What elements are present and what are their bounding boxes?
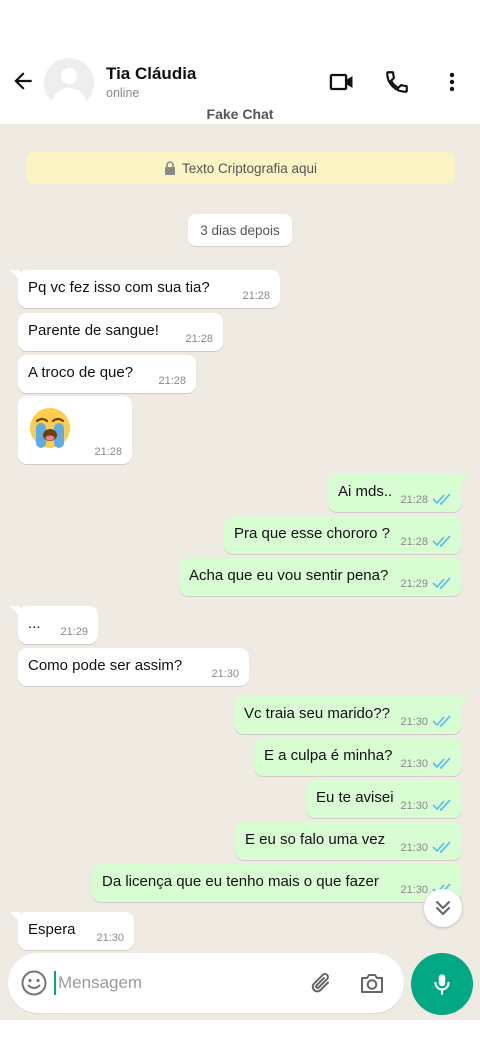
mic-icon — [434, 974, 450, 995]
back-button[interactable] — [8, 66, 38, 96]
message-time: 21:30 — [400, 884, 428, 896]
message-text: Pq vc fez isso com sua tia? — [28, 279, 210, 296]
read-ticks-icon — [432, 841, 451, 853]
message-time: 21:28 — [158, 375, 186, 387]
message-outgoing[interactable]: Ai mds.. 21:28 — [328, 474, 470, 512]
double-chevron-down-icon — [436, 901, 450, 915]
mic-button[interactable] — [411, 953, 473, 1015]
message-text: Parente de sangue! — [28, 322, 159, 339]
message-outgoing[interactable]: Eu te avisei 21:30 — [306, 780, 462, 818]
encryption-notice[interactable]: Texto Criptografia aqui — [26, 152, 455, 184]
message-text: Espera — [28, 921, 76, 938]
camera-icon[interactable] — [358, 969, 386, 997]
attach-icon[interactable] — [308, 969, 336, 997]
message-text: Como pode ser assim? — [28, 657, 183, 674]
message-outgoing[interactable]: Acha que eu vou sentir pena? 21:29 — [179, 558, 462, 596]
message-time: 21:30 — [211, 668, 239, 680]
contact-status: online — [106, 86, 140, 100]
message-incoming[interactable]: Parente de sangue! 21:28 — [18, 313, 223, 351]
more-vert-icon — [449, 72, 455, 92]
chat-area[interactable]: Texto Criptografia aqui 3 dias depois Pq… — [0, 124, 480, 1020]
message-incoming[interactable]: A troco de que? 21:28 — [18, 355, 196, 393]
message-text: E a culpa é minha? — [264, 747, 393, 764]
read-ticks-icon — [432, 493, 451, 505]
message-text: Da licença que eu tenho mais o que fazer — [102, 873, 379, 890]
message-outgoing[interactable]: Da licença que eu tenho mais o que fazer… — [92, 864, 462, 902]
read-ticks-icon — [432, 715, 451, 727]
video-call-button[interactable] — [326, 66, 358, 98]
message-time: 21:30 — [400, 800, 428, 812]
date-separator: 3 dias depois — [188, 214, 292, 246]
read-ticks-icon — [432, 577, 451, 589]
loudly-crying-face-icon — [30, 408, 70, 448]
message-text: A troco de que? — [28, 364, 134, 381]
message-text: Pra que esse chororo ? — [234, 525, 390, 542]
video-call-icon — [329, 73, 353, 91]
message-text: Acha que eu vou sentir pena? — [189, 567, 389, 584]
message-text: Eu te avisei — [316, 789, 394, 806]
message-time: 21:30 — [96, 932, 124, 944]
more-options-button[interactable] — [436, 66, 468, 98]
message-time: 21:28 — [185, 333, 213, 345]
read-ticks-icon — [432, 799, 451, 811]
lock-icon — [164, 161, 175, 175]
message-incoming[interactable]: Como pode ser assim? 21:30 — [18, 648, 249, 686]
message-outgoing[interactable]: E a culpa é minha? 21:30 — [254, 738, 462, 776]
message-outgoing[interactable]: E eu so falo uma vez 21:30 — [235, 822, 462, 860]
message-text: E eu so falo uma vez — [245, 831, 386, 848]
message-time: 21:28 — [400, 536, 428, 548]
phone-icon — [386, 71, 408, 93]
message-input[interactable] — [54, 971, 294, 995]
scroll-to-bottom-button[interactable] — [424, 889, 462, 927]
message-incoming[interactable]: ... 21:29 — [10, 606, 98, 644]
chat-header: Tia Cláudia online Fake Chat — [0, 0, 480, 124]
message-outgoing[interactable]: Vc traia seu marido?? 21:30 — [234, 696, 470, 734]
encryption-text: Texto Criptografia aqui — [181, 160, 318, 176]
message-composer — [8, 953, 404, 1013]
message-text: ... — [28, 615, 41, 632]
contact-name[interactable]: Tia Cláudia — [106, 64, 196, 84]
read-ticks-icon — [432, 535, 451, 547]
message-text: Vc traia seu marido?? — [244, 705, 390, 722]
message-time: 21:28 — [242, 290, 270, 302]
back-arrow-icon — [14, 72, 32, 90]
message-time: 21:30 — [400, 842, 428, 854]
message-time: 21:30 — [400, 758, 428, 770]
message-time: 21:28 — [400, 494, 428, 506]
message-incoming[interactable]: Pq vc fez isso com sua tia? 21:28 — [10, 270, 280, 308]
avatar[interactable] — [44, 58, 94, 108]
read-ticks-icon — [432, 757, 451, 769]
message-time: 21:30 — [400, 716, 428, 728]
message-time: 21:29 — [60, 626, 88, 638]
message-time: 21:29 — [400, 578, 428, 590]
message-outgoing[interactable]: Pra que esse chororo ? 21:28 — [224, 516, 462, 554]
message-incoming-emoji[interactable]: 21:28 — [18, 396, 132, 464]
app-subtitle: Fake Chat — [206, 106, 274, 122]
message-incoming[interactable]: Espera 21:30 — [10, 912, 134, 950]
message-text: Ai mds.. — [338, 483, 393, 500]
emoji-icon[interactable] — [20, 969, 48, 997]
message-time: 21:28 — [94, 446, 122, 458]
voice-call-button[interactable] — [381, 66, 413, 98]
